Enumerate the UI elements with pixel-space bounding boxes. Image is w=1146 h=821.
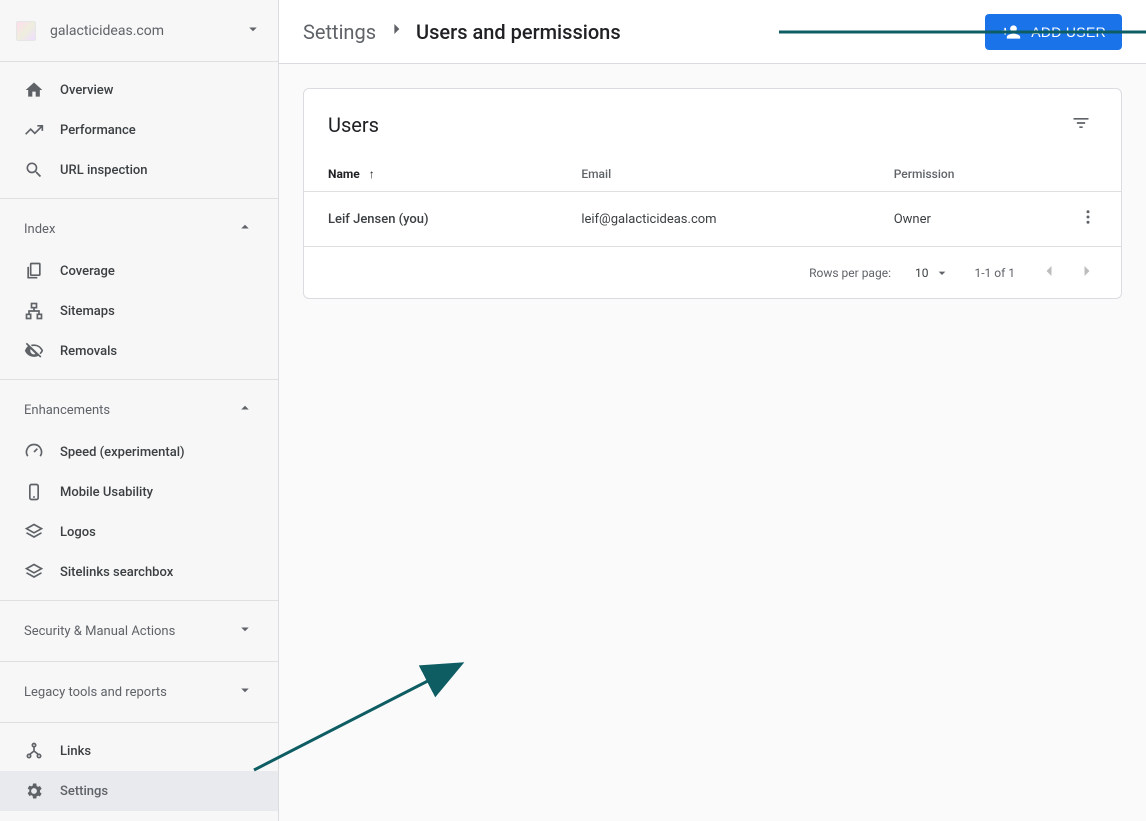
- table-row: Leif Jensen (you) leif@galacticideas.com…: [304, 192, 1121, 247]
- add-user-button[interactable]: ADD USER: [985, 14, 1122, 50]
- sidebar-item-label: Sitelinks searchbox: [60, 565, 173, 580]
- cell-email: leif@galacticideas.com: [557, 192, 869, 247]
- chevron-up-icon: [236, 218, 254, 240]
- more-vert-icon: [1079, 208, 1097, 226]
- card-title: Users: [328, 113, 1065, 137]
- sidebar-heading-index[interactable]: Index: [0, 207, 278, 251]
- home-icon: [24, 80, 44, 100]
- row-actions-button[interactable]: [1079, 208, 1097, 226]
- gear-icon: [24, 781, 44, 801]
- layers-icon: [24, 562, 44, 582]
- person-add-icon: [1001, 22, 1021, 42]
- site-picker[interactable]: galacticideas.com: [0, 0, 278, 62]
- mobile-icon: [24, 482, 44, 502]
- cell-permission: Owner: [870, 192, 1055, 247]
- sidebar-item-label: Settings: [60, 784, 108, 799]
- sidebar-item-sitelinks-searchbox[interactable]: Sitelinks searchbox: [0, 552, 278, 592]
- sidebar-item-logos[interactable]: Logos: [0, 512, 278, 552]
- chevron-down-icon: [236, 620, 254, 642]
- sidebar-item-label: URL inspection: [60, 163, 148, 178]
- speed-icon: [24, 442, 44, 462]
- sidebar-heading-enhancements[interactable]: Enhancements: [0, 388, 278, 432]
- column-header-name[interactable]: Name ↑: [304, 149, 557, 192]
- pages-icon: [24, 261, 44, 281]
- site-name: galacticideas.com: [50, 23, 244, 39]
- visibility-off-icon: [24, 341, 44, 361]
- sidebar-item-coverage[interactable]: Coverage: [0, 251, 278, 291]
- search-icon: [24, 160, 44, 180]
- chevron-right-icon: [386, 19, 406, 44]
- pager: Rows per page: 10 1-1 of 1: [304, 247, 1121, 298]
- chevron-down-icon: [236, 681, 254, 703]
- sidebar-item-label: Coverage: [60, 264, 115, 279]
- sidebar-item-label: Performance: [60, 123, 136, 138]
- sidebar-item-label: Mobile Usability: [60, 485, 153, 500]
- sidebar-item-removals[interactable]: Removals: [0, 331, 278, 371]
- rows-per-page-select[interactable]: 10: [915, 265, 951, 281]
- sidebar-item-settings[interactable]: Settings: [0, 771, 278, 811]
- caret-down-icon: [244, 20, 262, 42]
- pager-range: 1-1 of 1: [974, 266, 1015, 280]
- pager-prev-button[interactable]: [1039, 261, 1059, 284]
- content: Users Name ↑ Email Permission: [279, 64, 1146, 821]
- filter-button[interactable]: [1065, 107, 1097, 143]
- sidebar-item-url-inspection[interactable]: URL inspection: [0, 150, 278, 190]
- trend-icon: [24, 120, 44, 140]
- sidebar-item-label: Overview: [60, 83, 113, 98]
- sidebar-item-performance[interactable]: Performance: [0, 110, 278, 150]
- sidebar-item-speed[interactable]: Speed (experimental): [0, 432, 278, 472]
- sidebar: galacticideas.com Overview Performance U…: [0, 0, 279, 821]
- topbar: Settings Users and permissions ADD USER: [279, 0, 1146, 64]
- sidebar-item-label: Links: [60, 744, 91, 759]
- sidebar-item-label: Removals: [60, 344, 117, 359]
- chevron-left-icon: [1039, 261, 1059, 281]
- column-header-permission[interactable]: Permission: [870, 149, 1055, 192]
- caret-down-icon: [934, 265, 950, 281]
- sidebar-item-label: Speed (experimental): [60, 445, 185, 460]
- sidebar-item-label: Sitemaps: [60, 304, 115, 319]
- sidebar-heading-legacy[interactable]: Legacy tools and reports: [0, 670, 278, 714]
- main: Settings Users and permissions ADD USER …: [279, 0, 1146, 821]
- sidebar-item-mobile-usability[interactable]: Mobile Usability: [0, 472, 278, 512]
- sidebar-heading-security[interactable]: Security & Manual Actions: [0, 609, 278, 653]
- filter-icon: [1071, 113, 1091, 133]
- sidebar-item-sitemaps[interactable]: Sitemaps: [0, 291, 278, 331]
- site-favicon: [16, 21, 36, 41]
- breadcrumb-current: Users and permissions: [416, 20, 621, 44]
- chevron-right-icon: [1077, 261, 1097, 281]
- sidebar-item-overview[interactable]: Overview: [0, 70, 278, 110]
- users-card: Users Name ↑ Email Permission: [303, 88, 1122, 299]
- layers-icon: [24, 522, 44, 542]
- pager-next-button[interactable]: [1077, 261, 1097, 284]
- sidebar-item-links[interactable]: Links: [0, 731, 278, 771]
- sort-asc-icon: ↑: [369, 167, 375, 181]
- rows-per-page-label: Rows per page:: [809, 266, 891, 280]
- cell-name: Leif Jensen (you): [304, 192, 557, 247]
- links-icon: [24, 741, 44, 761]
- breadcrumb: Settings Users and permissions: [303, 19, 621, 44]
- chevron-up-icon: [236, 399, 254, 421]
- column-header-email[interactable]: Email: [557, 149, 869, 192]
- sitemap-icon: [24, 301, 44, 321]
- users-table: Name ↑ Email Permission Leif Jensen (you…: [304, 149, 1121, 247]
- sidebar-item-label: Logos: [60, 525, 96, 540]
- breadcrumb-parent[interactable]: Settings: [303, 20, 376, 44]
- add-user-label: ADD USER: [1031, 24, 1106, 40]
